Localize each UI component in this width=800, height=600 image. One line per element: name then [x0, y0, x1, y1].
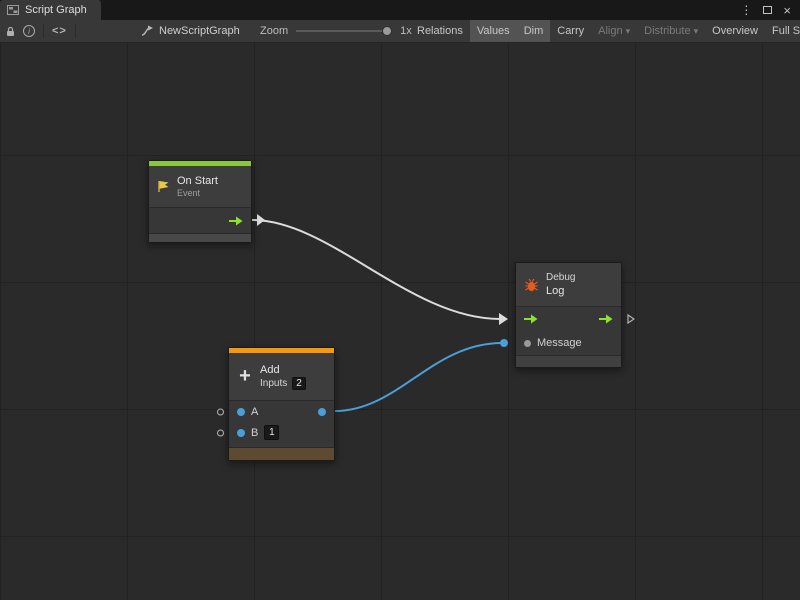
control-flow-row — [516, 307, 621, 331]
node-title: Log — [546, 284, 575, 298]
zoom-label: Zoom — [260, 25, 288, 37]
toolbar-separator — [43, 24, 44, 38]
close-icon[interactable]: × — [783, 4, 791, 17]
control-input-port[interactable] — [524, 314, 538, 324]
node-header: + Add Inputs 2 — [229, 353, 334, 401]
input-port-a[interactable] — [237, 408, 245, 416]
node-category: Debug — [546, 271, 575, 284]
titlebar: Script Graph ⋮ × — [0, 0, 800, 20]
port-b-row: B 1 — [229, 422, 334, 443]
control-output-port[interactable] — [599, 314, 613, 324]
graph-asset-group: NewScriptGraph — [140, 20, 240, 42]
wire-end-dot — [500, 339, 508, 347]
tab-script-graph[interactable]: Script Graph — [0, 0, 101, 20]
node-debug-log[interactable]: Debug Log Message — [515, 262, 622, 368]
node-footer — [516, 355, 621, 367]
port-a-row: A — [229, 401, 334, 422]
plus-icon: + — [237, 365, 253, 388]
graph-name[interactable]: NewScriptGraph — [159, 25, 240, 37]
node-title-block: On Start Event — [177, 174, 218, 199]
node-title: On Start — [177, 174, 218, 188]
flag-icon — [157, 180, 170, 193]
port-label: Message — [537, 337, 582, 349]
inputs-count-field[interactable]: 2 — [292, 377, 306, 390]
wire-end-arrowhead — [499, 313, 508, 325]
bug-icon — [524, 278, 539, 292]
chevron-down-icon: ▾ — [626, 26, 631, 36]
toolbar: i <> NewScriptGraph Zoom 1x Relations Va… — [0, 20, 800, 43]
node-title-block: Add Inputs 2 — [260, 363, 306, 390]
connection-wires — [0, 43, 800, 600]
toolbar-buttons: Relations Values Dim Carry Align ▾ Distri… — [410, 20, 800, 42]
message-input-port[interactable] — [524, 340, 531, 347]
zoom-group: Zoom 1x — [260, 20, 412, 42]
node-footer — [229, 447, 334, 460]
node-on-start[interactable]: On Start Event — [148, 160, 252, 243]
toolbar-left-icons: i <> — [6, 20, 76, 42]
relations-button[interactable]: Relations — [410, 20, 470, 42]
node-title-block: Debug Log — [546, 271, 575, 298]
window-controls: ⋮ × — [740, 0, 800, 20]
node-header: On Start Event — [149, 166, 251, 208]
distribute-button[interactable]: Distribute ▾ — [637, 20, 705, 42]
values-button[interactable]: Values — [470, 20, 517, 42]
distribute-button-label: Distribute — [644, 25, 690, 37]
unconnected-port-indicator — [217, 429, 224, 436]
graph-asset-icon — [140, 25, 153, 37]
dim-button[interactable]: Dim — [517, 20, 551, 42]
fullscreen-button[interactable]: Full Screen — [765, 20, 800, 42]
tab-label: Script Graph — [25, 4, 87, 16]
window-menu-icon[interactable]: ⋮ — [740, 4, 752, 16]
node-add[interactable]: + Add Inputs 2 A B 1 — [228, 347, 335, 461]
carry-button[interactable]: Carry — [550, 20, 591, 42]
node-subtitle: Event — [177, 188, 218, 199]
node-title: Add — [260, 363, 306, 377]
node-footer — [149, 233, 251, 242]
info-icon[interactable]: i — [23, 25, 35, 37]
node-header: Debug Log — [516, 263, 621, 307]
unconnected-port-indicator — [217, 408, 224, 415]
port-label: B — [251, 427, 258, 439]
zoom-slider[interactable] — [296, 25, 392, 37]
inputs-label: Inputs — [260, 378, 287, 389]
toolbar-separator — [75, 24, 76, 38]
carry-indicator-icon — [627, 314, 635, 324]
wire-add-to-message[interactable] — [335, 343, 502, 411]
overview-button[interactable]: Overview — [705, 20, 765, 42]
message-input-row: Message — [516, 331, 621, 355]
wire-start-arrowhead — [257, 214, 265, 226]
align-button-label: Align — [598, 25, 622, 37]
inputs-row: Inputs 2 — [260, 377, 306, 390]
input-port-b[interactable] — [237, 429, 245, 437]
align-button[interactable]: Align ▾ — [591, 20, 637, 42]
control-output-port[interactable] — [229, 216, 243, 226]
script-graph-icon — [7, 5, 19, 15]
zoom-slider-knob[interactable] — [382, 26, 392, 36]
script-graph-window: Script Graph ⋮ × i <> NewScriptGraph — [0, 0, 800, 600]
zoom-slider-track — [296, 30, 392, 32]
port-b-value-field[interactable]: 1 — [264, 425, 279, 440]
wire-onstart-to-log[interactable] — [252, 220, 500, 319]
code-icon[interactable]: <> — [52, 25, 67, 37]
graph-canvas[interactable]: On Start Event — [0, 43, 800, 600]
result-output-port[interactable] — [318, 408, 326, 416]
port-label: A — [251, 406, 258, 418]
maximize-icon[interactable] — [763, 6, 772, 14]
control-output-row — [149, 208, 251, 233]
lock-icon[interactable] — [6, 26, 15, 37]
chevron-down-icon: ▾ — [694, 26, 699, 36]
